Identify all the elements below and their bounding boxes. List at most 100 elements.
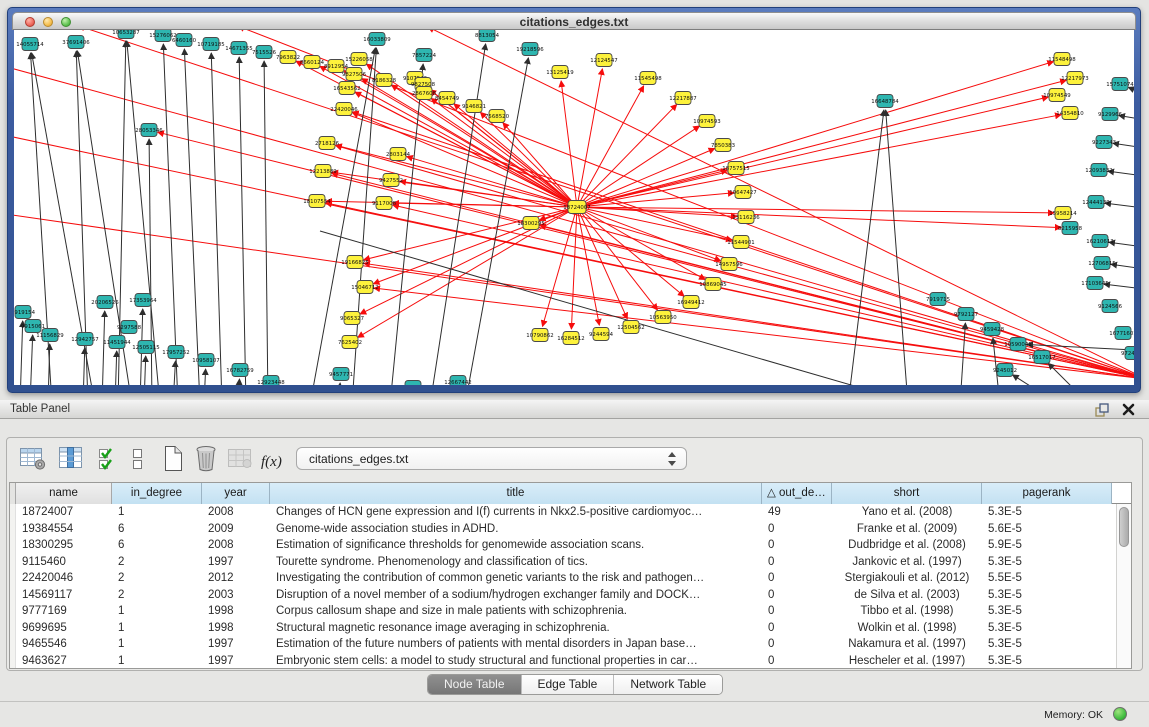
citation-edge-black [184, 49, 200, 385]
table-row[interactable]: 1456911722003Disruption of a novel membe… [10, 587, 1116, 604]
graph-node-label: 9227343 [1092, 140, 1116, 146]
graph-node-label: 9065327 [340, 316, 364, 322]
new-table-button[interactable] [161, 443, 185, 473]
graph-node-label: 8912954 [324, 64, 349, 70]
graph-node-label: 11544901 [727, 240, 754, 246]
graph-node-label: 7919715 [926, 297, 950, 303]
graph-node-label: 16782759 [226, 368, 254, 374]
table-scrollbar[interactable] [1116, 504, 1131, 668]
graph-node-label: 12217887 [669, 96, 696, 102]
citation-edge-black [1048, 363, 1090, 385]
table-toolbar: f(x) citations_edges.txt [15, 443, 1115, 475]
table-cell: 9115460 [16, 554, 112, 571]
table-row[interactable]: 1872400712008Changes of HCN gene express… [10, 504, 1116, 521]
table-cell: 2003 [202, 587, 270, 604]
graph-node-label: 2803144 [386, 152, 411, 158]
column-header-name[interactable]: name [16, 483, 112, 504]
citation-edge-red [577, 86, 644, 207]
table-row[interactable]: 969969511998Structural magnetic resonanc… [10, 620, 1116, 637]
column-header-pagerank[interactable]: pagerank [982, 483, 1112, 504]
table-cell: Corpus callosum shape and size in male p… [270, 603, 762, 620]
graph-node-label: 12217973 [1061, 76, 1088, 82]
table-cell: 0 [762, 620, 832, 637]
graph-node-label: 14957596 [715, 262, 743, 268]
citation-edge-black [1128, 87, 1134, 97]
table-cell: 9463627 [16, 653, 112, 669]
graph-node-label: 7568520 [485, 114, 510, 120]
column-header-year[interactable]: year [202, 483, 270, 504]
table-row[interactable]: 1938455462009Genome-wide association stu… [10, 521, 1116, 538]
table-cell: Nakamura et al. (1997) [832, 636, 982, 653]
graph-node-label: 15958214 [1049, 211, 1077, 217]
graph-node-label: 9245012 [993, 368, 1017, 374]
graph-node-label: 11451944 [103, 340, 131, 346]
table-selector-dropdown[interactable]: citations_edges.txt [296, 447, 687, 470]
graph-node-label: 11156829 [36, 333, 64, 339]
table-cell: Changes of HCN gene expression and I(f) … [270, 504, 762, 521]
network-window: citations_edges.txt 18724007140557143769… [7, 7, 1141, 393]
graph-node-label: 2867608 [412, 91, 437, 97]
scrollbar-thumb[interactable] [1119, 507, 1129, 547]
table-cell: 2008 [202, 537, 270, 554]
table-settings-button[interactable] [19, 443, 47, 473]
column-header-in_degree[interactable]: in_degree [112, 483, 202, 504]
table-cell: 1997 [202, 653, 270, 669]
tab-node-table[interactable]: Node Table [428, 675, 522, 694]
network-canvas[interactable]: 1872400714055714376914061065328715276062… [14, 30, 1134, 385]
select-all-button[interactable] [97, 443, 121, 473]
clear-selection-button[interactable] [131, 443, 145, 473]
table-cell: 22420046 [16, 570, 112, 587]
table-cell: 1 [112, 653, 202, 669]
table-cell: 0 [762, 554, 832, 571]
graph-node-label: 12706815 [1088, 261, 1115, 267]
table-row[interactable]: 1830029562008Estimation of significance … [10, 537, 1116, 554]
graph-node-label: 14671355 [225, 46, 252, 52]
table-cell: Jankovic et al. (1997) [832, 554, 982, 571]
graph-node-label: 20206526 [91, 300, 119, 306]
table-cell: 2 [112, 570, 202, 587]
window-titlebar[interactable]: citations_edges.txt [12, 12, 1136, 30]
tab-edge-table[interactable]: Edge Table [522, 675, 615, 694]
citation-edge-black [144, 356, 146, 385]
column-header-short[interactable]: short [832, 483, 982, 504]
close-panel-icon[interactable] [1122, 403, 1135, 416]
table-header-row: namein_degreeyeartitle△ out_de…shortpage… [10, 483, 1131, 504]
graph-node-label: 9129966 [1098, 112, 1123, 118]
column-header-out_de[interactable]: △ out_de… [762, 483, 832, 504]
table-panel-title: Table Panel [10, 403, 70, 415]
network-canvas-svg[interactable]: 1872400714055714376914061065328715276062… [14, 30, 1134, 385]
graph-node-label: 18107554 [303, 199, 331, 205]
table-cell: 0 [762, 636, 832, 653]
table-cell: 5.3E-5 [982, 587, 1112, 604]
graph-node-label: 7857224 [412, 53, 437, 59]
citation-edge-black [173, 361, 175, 385]
graph-node-label: 8454749 [435, 96, 460, 102]
float-panel-icon[interactable] [1095, 403, 1109, 417]
table-cell: 0 [762, 521, 832, 538]
select-columns-button[interactable] [58, 443, 84, 473]
graph-node-label: 14055714 [16, 42, 44, 48]
delete-table-button[interactable] [193, 443, 219, 473]
node-layer: 1872400714055714376914061065328715276062… [14, 30, 1134, 385]
graph-node-label: 13116236 [732, 215, 760, 221]
table-row[interactable]: 911546021997Tourette syndrome. Phenomeno… [10, 554, 1116, 571]
table-cell: 5.3E-5 [982, 504, 1112, 521]
table-row[interactable]: 946362711997Embryonic stem cells: a mode… [10, 653, 1116, 669]
graph-node-label: 2718126 [315, 141, 340, 147]
table-cell: 49 [762, 504, 832, 521]
graph-node-label: 16517017 [1028, 355, 1055, 361]
citation-edge-red [577, 80, 1066, 207]
function-builder-button[interactable]: f(x) [261, 447, 282, 477]
table-cell: 1 [112, 636, 202, 653]
memory-status-indicator[interactable] [1113, 707, 1127, 721]
tab-network-table[interactable]: Network Table [614, 675, 722, 694]
graph-node-label: 37691406 [62, 40, 90, 46]
citation-edge-black [1113, 143, 1134, 149]
table-cell: 1998 [202, 620, 270, 637]
table-row[interactable]: 2242004622012Investigating the contribut… [10, 570, 1116, 587]
destroy-table-button[interactable] [227, 443, 253, 473]
table-row[interactable]: 946554611997Estimation of the future num… [10, 636, 1116, 653]
column-header-title[interactable]: title [270, 483, 762, 504]
table-cell: 9777169 [16, 603, 112, 620]
table-row[interactable]: 977716911998Corpus callosum shape and si… [10, 603, 1116, 620]
